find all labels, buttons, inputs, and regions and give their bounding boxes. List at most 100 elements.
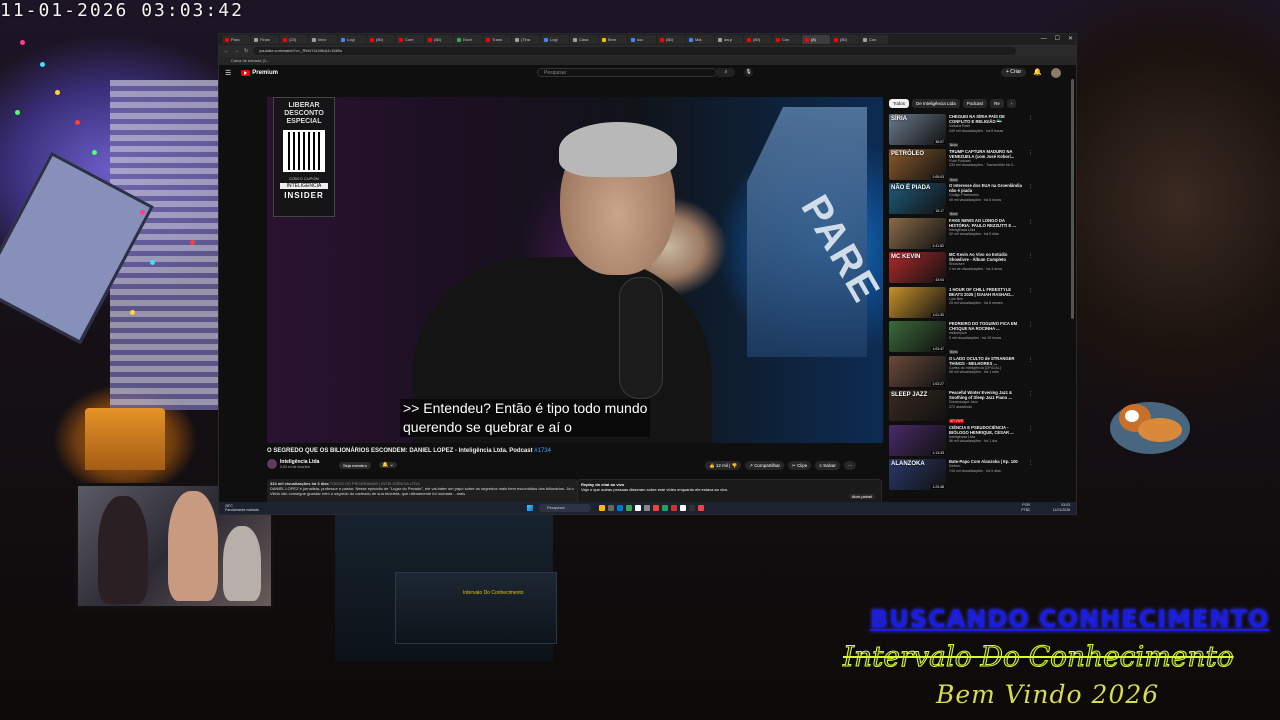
browser-tab[interactable]: Trans — [483, 35, 511, 44]
browser-tab[interactable]: aw.p — [715, 35, 743, 44]
more-options-icon[interactable]: ⋮ — [1028, 288, 1033, 294]
save-button[interactable]: ≡ Salvar — [815, 461, 840, 470]
app-icon[interactable] — [644, 505, 650, 511]
open-panel-button[interactable]: Abrir painel — [848, 494, 875, 499]
browser-tab[interactable]: Casa — [570, 35, 598, 44]
video-thumbnail[interactable]: SLEEP JAZZ — [889, 390, 946, 421]
browser-tab[interactable]: soc — [628, 35, 656, 44]
browser-tab[interactable]: Mal — [686, 35, 714, 44]
channel-avatar[interactable] — [267, 459, 277, 469]
video-title[interactable]: MC Kevin Ao Vivo no Estúdio Showlivre - … — [949, 252, 1024, 262]
recommended-video[interactable]: 1:13:33 CIÊNCIA E PSEUDOCIÊNCIA - BIÓLOGO… — [889, 424, 1033, 460]
filter-chip[interactable]: Todos — [889, 99, 910, 108]
video-thumbnail[interactable]: MC KEVIN 43:04 — [889, 252, 946, 283]
minimize-icon[interactable]: — — [1041, 34, 1047, 45]
video-title[interactable]: O LADO OCULTO de STRANGER THINGS - MELHO… — [949, 356, 1024, 366]
video-title[interactable]: 1 HOUR OF CHILL FREESTYLE BEATS 2025 | I… — [949, 287, 1024, 297]
recommended-video[interactable]: SLEEP JAZZ Peaceful Winter Evening Jazz &… — [889, 390, 1033, 425]
video-title[interactable]: Peaceful Winter Evening Jazz & Soothing … — [949, 390, 1024, 400]
taskbar-search[interactable]: Pesquisar — [539, 504, 591, 512]
app-icon[interactable] — [680, 505, 686, 511]
share-button[interactable]: ↗ Compartilhar — [745, 461, 784, 470]
more-options-icon[interactable]: ⋮ — [1028, 219, 1033, 225]
clip-button[interactable]: ✂ Clipe — [787, 461, 812, 470]
filter-chip[interactable]: De Inteligência Ltda — [912, 99, 960, 108]
browser-tab[interactable]: (80) — [425, 35, 453, 44]
more-options-icon[interactable]: ⋮ — [1028, 150, 1033, 156]
video-thumbnail[interactable]: 1:13:33 — [889, 424, 946, 456]
app-icon[interactable] — [689, 505, 695, 511]
more-options-icon[interactable]: ⋮ — [1028, 253, 1033, 259]
app-icon[interactable] — [662, 505, 668, 511]
search-icon[interactable]: ⌕ — [717, 68, 735, 77]
app-icon[interactable] — [698, 505, 704, 511]
bookmark-inbox[interactable]: Caixa de entrada (1... — [231, 58, 269, 63]
microphone-icon[interactable]: 🎙 — [744, 68, 753, 77]
video-thumbnail[interactable]: 1:03:47 — [889, 321, 946, 352]
video-thumbnail[interactable]: SÍRIA 38:07 — [889, 114, 946, 145]
video-thumbnail[interactable]: PETRÓLEO 2:05:03 — [889, 148, 946, 180]
reload-icon[interactable]: ↻ — [244, 48, 248, 54]
browser-tab[interactable]: Para — [222, 35, 250, 44]
system-tray[interactable]: POR PTB2 03:03 11/01/2026 — [1021, 503, 1070, 512]
browser-tab[interactable]: Com — [396, 35, 424, 44]
app-icon[interactable] — [608, 505, 614, 511]
recommended-video[interactable]: 1:03:27 O LADO OCULTO de STRANGER THINGS … — [889, 355, 1033, 391]
chrome-icon[interactable] — [653, 505, 659, 511]
scrollbar[interactable] — [1071, 79, 1074, 319]
video-title[interactable]: O Interesse dos EUA na Groenlândia não é… — [949, 183, 1024, 193]
app-icon[interactable] — [671, 505, 677, 511]
back-icon[interactable]: ← — [224, 48, 229, 54]
browser-tab[interactable]: (80) — [744, 35, 772, 44]
create-button[interactable]: + Criar — [1001, 68, 1027, 77]
browser-tab[interactable]: Finan — [251, 35, 279, 44]
promo-overlay[interactable]: LIBERAR DESCONTO ESPECIAL COM O CUPOM IN… — [273, 97, 335, 217]
recommended-video[interactable]: MC KEVIN 43:04 MC Kevin Ao Vivo no Estúdio… — [889, 252, 1033, 287]
recommended-video[interactable]: NÃO É PIADA 15:17 O Interesse dos EUA na G… — [889, 183, 1033, 218]
language-indicator[interactable]: POR PTB2 — [1021, 503, 1030, 512]
video-thumbnail[interactable]: ALANZOKA 1:23:48 — [889, 459, 946, 490]
browser-tab[interactable]: (8) — [802, 35, 830, 44]
browser-tab[interactable]: Intro — [309, 35, 337, 44]
windows-start-icon[interactable] — [527, 505, 533, 511]
app-icon[interactable] — [617, 505, 623, 511]
app-icon[interactable] — [599, 505, 605, 511]
filter-chip[interactable]: Podcast — [962, 99, 988, 108]
video-title[interactable]: CHEGUEI NA SÍRIA PAÍS DE CONFLITO E RELI… — [949, 114, 1024, 124]
more-actions-icon[interactable]: ⋯ — [843, 461, 857, 470]
menu-icon[interactable]: ☰ — [225, 69, 231, 77]
browser-tab[interactable]: Logi — [338, 35, 366, 44]
chevron-right-icon[interactable]: › — [1006, 99, 1017, 108]
avatar[interactable] — [1051, 68, 1061, 78]
browser-tab[interactable]: (Tina — [512, 35, 540, 44]
app-icon[interactable] — [635, 505, 641, 511]
video-title[interactable]: CIÊNCIA E PSEUDOCIÊNCIA - BIÓLOGO HENRIQ… — [949, 425, 1024, 435]
browser-tab[interactable]: (80) — [831, 35, 859, 44]
more-options-icon[interactable]: ⋮ — [1028, 391, 1033, 397]
browser-tab[interactable]: Logi — [541, 35, 569, 44]
join-button[interactable]: Seja membro — [339, 462, 371, 469]
more-options-icon[interactable]: ⋮ — [1028, 115, 1033, 121]
filter-chip[interactable]: Re — [990, 99, 1004, 108]
recommended-video[interactable]: 1:01:30 1 HOUR OF CHILL FREESTYLE BEATS 2… — [889, 286, 1033, 322]
recommended-video[interactable]: 2:41:52 FAKE NEWS AO LONGO DA HISTÓRIA: P… — [889, 217, 1033, 253]
close-icon[interactable]: ✕ — [1068, 34, 1073, 45]
forward-icon[interactable]: → — [234, 48, 239, 54]
weather-widget[interactable]: 28°C Parcialmente nublado — [225, 504, 259, 512]
url-field[interactable]: youtube.com/watch?v=_RW474LN9c&t=1580s — [253, 47, 1016, 55]
video-thumbnail[interactable]: 1:01:30 — [889, 286, 946, 318]
like-button[interactable]: 👍 12 mil | 👎 — [705, 461, 742, 470]
browser-tab[interactable]: (80) — [657, 35, 685, 44]
browser-tab[interactable]: (80) — [367, 35, 395, 44]
recommended-video[interactable]: 1:03:47 PEDREIRO DO TOGUINO FICA EM CHOQU… — [889, 321, 1033, 356]
chrome-icon[interactable] — [626, 505, 632, 511]
recommended-video[interactable]: ALANZOKA 1:23:48 Bate-Papo Com Alanzoka | … — [889, 459, 1033, 494]
video-player[interactable]: PARE LIBERAR DESCONTO ESPECIAL COM O CUP… — [267, 97, 883, 443]
more-options-icon[interactable]: ⋮ — [1028, 357, 1033, 363]
notifications-icon[interactable]: 🔔 — [1033, 68, 1042, 77]
youtube-logo[interactable]: Premium — [241, 70, 278, 76]
video-title[interactable]: PEDREIRO DO TOGUINO FICA EM CHOQUE NA RO… — [949, 321, 1024, 331]
browser-tab[interactable]: Escri — [454, 35, 482, 44]
search-input[interactable]: Pesquisar — [537, 68, 717, 77]
browser-tab[interactable]: (23) — [280, 35, 308, 44]
